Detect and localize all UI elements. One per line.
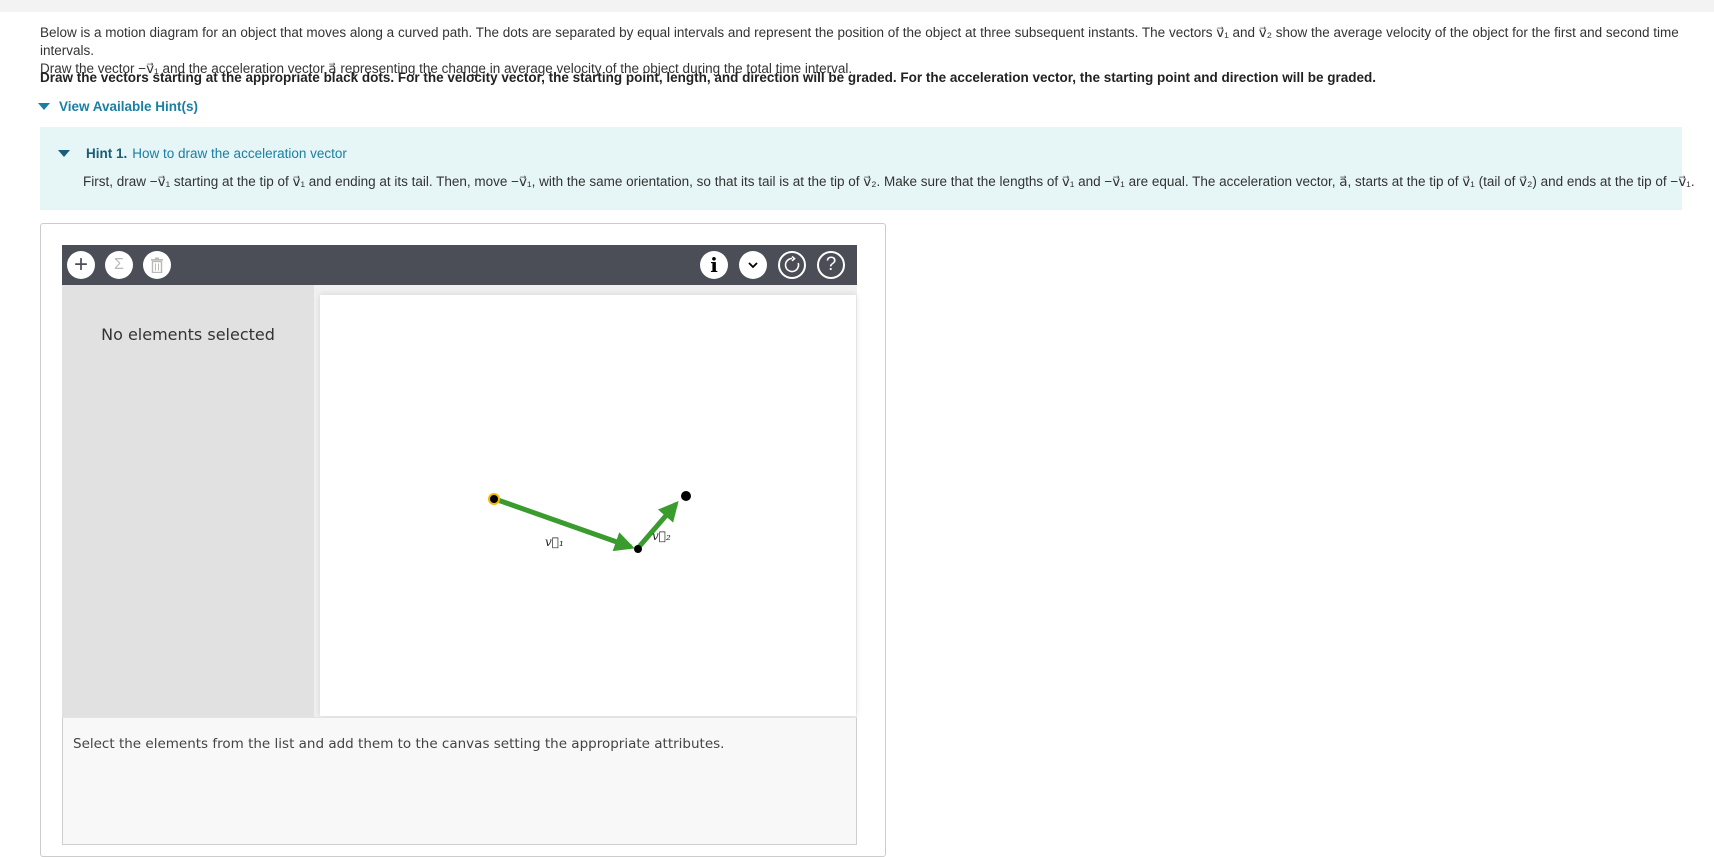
sum-button[interactable]: Σ — [105, 251, 133, 279]
reset-button[interactable] — [778, 251, 806, 279]
status-text: Select the elements from the list and ad… — [73, 736, 725, 752]
instructions: Draw the vectors starting at the appropr… — [40, 70, 1376, 85]
info-button[interactable]: i — [700, 251, 728, 279]
plus-icon: + — [73, 251, 88, 278]
element-sidebar: No elements selected — [62, 285, 314, 717]
hint-panel: Hint 1. How to draw the acceleration vec… — [40, 127, 1695, 210]
delete-button[interactable] — [143, 251, 171, 279]
help-button[interactable]: ? — [817, 251, 845, 279]
add-element-button[interactable]: + — [67, 251, 95, 279]
no-elements-message: No elements selected — [101, 325, 275, 344]
sigma-icon: Σ — [114, 256, 124, 273]
help-icon: ? — [825, 254, 837, 275]
hint-1-header[interactable]: Hint 1. How to draw the acceleration vec… — [58, 146, 347, 161]
motion-diagram: v⃗₁ v⃗₂ — [488, 491, 691, 553]
reset-icon — [784, 256, 800, 273]
chevron-down-icon — [748, 262, 758, 269]
view-hints-label: View Available Hint(s) — [59, 99, 199, 114]
caret-down-icon — [58, 150, 70, 157]
hint-number: Hint 1. — [86, 146, 128, 161]
position-dot-1[interactable] — [488, 493, 500, 505]
v2-label: v⃗₂ — [652, 529, 671, 543]
info-icon: i — [710, 253, 718, 277]
status-bar: Select the elements from the list and ad… — [62, 717, 857, 845]
position-dot-2[interactable] — [634, 545, 642, 553]
hint-title: How to draw the acceleration vector — [132, 146, 347, 161]
dropdown-button[interactable] — [739, 251, 767, 279]
trash-icon — [151, 257, 163, 273]
drawing-toolbar: + Σ i ? — [62, 245, 857, 285]
hint-text: First, draw −v⃗₁ starting at the tip of … — [83, 174, 1695, 189]
problem-text-line1: Below is a motion diagram for an object … — [40, 25, 1679, 58]
position-dot-3[interactable] — [681, 491, 691, 501]
drawing-canvas[interactable]: v⃗₁ v⃗₂ — [320, 295, 856, 716]
caret-down-icon — [38, 103, 50, 110]
top-bar — [0, 0, 1714, 12]
canvas-area: v⃗₁ v⃗₂ — [314, 285, 857, 717]
v1-label: v⃗₁ — [545, 535, 564, 549]
view-hints-toggle[interactable]: View Available Hint(s) — [38, 99, 198, 114]
